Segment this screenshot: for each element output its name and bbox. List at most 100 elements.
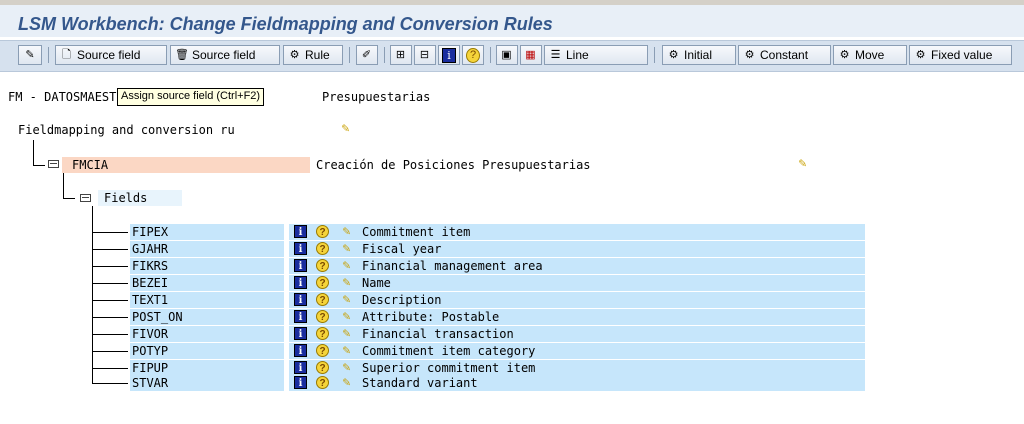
line-icon: ☰ — [550, 48, 561, 61]
page-title: LSM Workbench: Change Fieldmapping and C… — [18, 14, 553, 34]
toolbar-separator — [490, 47, 491, 63]
rule-icon: ⚙ — [744, 48, 755, 61]
move-label: Move — [855, 48, 885, 62]
help-icon[interactable]: ? — [316, 242, 329, 255]
tree-connector — [92, 232, 128, 233]
tree-connector — [92, 383, 128, 384]
info-icon[interactable]: i — [294, 327, 307, 340]
tree-connector — [63, 173, 64, 199]
field-name[interactable]: FIPEX — [130, 224, 284, 240]
help-icon[interactable]: ? — [316, 259, 329, 272]
field-name[interactable]: POST_ON — [130, 309, 284, 325]
field-name[interactable]: FIVOR — [130, 326, 284, 342]
rule-button[interactable]: ⚙ Rule — [283, 45, 343, 65]
display-change-button[interactable]: ✎ — [18, 45, 42, 65]
field-name[interactable]: FIKRS — [130, 258, 284, 274]
toolbar-separator — [654, 47, 655, 63]
tree-connector — [92, 283, 128, 284]
tree-connector — [92, 249, 128, 250]
field-description: Standard variant — [362, 376, 478, 390]
eraser-icon[interactable]: ✎ — [340, 361, 353, 374]
constant-button[interactable]: ⚙ Constant — [738, 45, 831, 65]
field-name[interactable]: POTYP — [130, 343, 284, 359]
help-icon[interactable]: ? — [316, 344, 329, 357]
eraser-icon[interactable]: ✎ — [340, 242, 353, 255]
info-icon[interactable]: i — [294, 259, 307, 272]
eraser-icon[interactable]: ✎ — [340, 276, 353, 289]
field-name[interactable]: GJAHR — [130, 241, 284, 257]
structure-name[interactable]: FMCIA — [72, 158, 108, 172]
info-icon[interactable]: i — [294, 276, 307, 289]
field-name[interactable]: TEXT1 — [130, 292, 284, 308]
folder-icon[interactable] — [48, 160, 59, 168]
edit-button[interactable]: ✐ — [356, 45, 378, 65]
help-icon[interactable]: ? — [316, 327, 329, 340]
toolbar-separator — [384, 47, 385, 63]
info-button[interactable]: i — [438, 45, 460, 65]
tree-connector — [92, 266, 128, 267]
field-description: Name — [362, 276, 391, 290]
info-icon[interactable]: i — [294, 293, 307, 306]
eraser-icon[interactable]: ✎ — [340, 327, 353, 340]
tree-connector — [33, 165, 45, 166]
layout-icon: ▣ — [501, 48, 512, 61]
rule-icon: ⚙ — [668, 48, 679, 61]
pencil-glasses-icon: ✎ — [25, 48, 35, 61]
info-icon[interactable]: i — [294, 225, 307, 238]
eraser-icon[interactable]: ✎ — [339, 122, 352, 135]
fm-object-prefix: FM - DATOSMAEST — [8, 90, 117, 104]
expand-tree-button[interactable]: ⊞ — [390, 45, 412, 65]
help-icon[interactable]: ? — [316, 376, 329, 389]
help-icon[interactable]: ? — [316, 361, 329, 374]
eraser-icon[interactable]: ✎ — [796, 157, 809, 170]
move-button[interactable]: ⚙ Move — [833, 45, 907, 65]
eraser-icon[interactable]: ✎ — [340, 310, 353, 323]
initial-button[interactable]: ⚙ Initial — [662, 45, 736, 65]
constant-label: Constant — [760, 48, 809, 62]
fixed-value-button[interactable]: ⚙ Fixed value — [909, 45, 1012, 65]
field-name[interactable]: STVAR — [130, 375, 284, 391]
rule-icon: ⚙ — [915, 48, 926, 61]
field-name[interactable]: FIPUP — [130, 360, 284, 376]
tooltip: Assign source field (Ctrl+F2) — [117, 88, 265, 106]
help-icon[interactable]: ? — [316, 276, 329, 289]
create-source-field-button[interactable]: 🗋 Source field — [55, 45, 167, 65]
help-icon[interactable]: ? — [316, 293, 329, 306]
tree-root-label[interactable]: Fieldmapping and conversion ru — [18, 123, 235, 137]
fixed-value-label: Fixed value — [931, 48, 993, 62]
layout-red-button[interactable]: ▦ — [520, 45, 542, 65]
field-description: Superior commitment item — [362, 361, 536, 375]
folder-icon[interactable] — [80, 194, 91, 202]
tree-connector — [92, 334, 128, 335]
new-document-icon: 🗋 — [62, 48, 71, 61]
edit-icon: ✐ — [361, 48, 372, 61]
field-name[interactable]: BEZEI — [130, 275, 284, 291]
info-icon[interactable]: i — [294, 242, 307, 255]
eraser-icon[interactable]: ✎ — [340, 259, 353, 272]
tree-connector — [33, 140, 34, 166]
info-icon[interactable]: i — [294, 310, 307, 323]
info-icon[interactable]: i — [294, 344, 307, 357]
info-icon[interactable]: i — [294, 361, 307, 374]
info-icon[interactable]: i — [294, 376, 307, 389]
grid-icon: ▦ — [525, 48, 536, 61]
application-toolbar: ✎ 🗋 Source field 🗑 Source field ⚙ Rule ✐… — [0, 40, 1024, 72]
layout-button[interactable]: ▣ — [496, 45, 518, 65]
help-icon[interactable]: ? — [316, 225, 329, 238]
tree-connector — [63, 198, 75, 199]
eraser-icon[interactable]: ✎ — [340, 225, 353, 238]
eraser-icon[interactable]: ✎ — [340, 376, 353, 389]
fields-node-label[interactable]: Fields — [104, 191, 147, 205]
info-icon: i — [442, 47, 456, 63]
help-icon[interactable]: ? — [316, 310, 329, 323]
toolbar-separator — [349, 47, 350, 63]
field-description: Commitment item category — [362, 344, 536, 358]
eraser-icon[interactable]: ✎ — [340, 344, 353, 357]
line-button[interactable]: ☰ Line — [544, 45, 648, 65]
trash-icon: 🗑 — [175, 48, 189, 61]
eraser-icon[interactable]: ✎ — [340, 293, 353, 306]
collapse-tree-button[interactable]: ⊟ — [414, 45, 436, 65]
title-bar: LSM Workbench: Change Fieldmapping and C… — [0, 5, 1024, 37]
delete-source-field-button[interactable]: 🗑 Source field — [170, 45, 280, 65]
help-button[interactable]: ? — [462, 45, 484, 65]
